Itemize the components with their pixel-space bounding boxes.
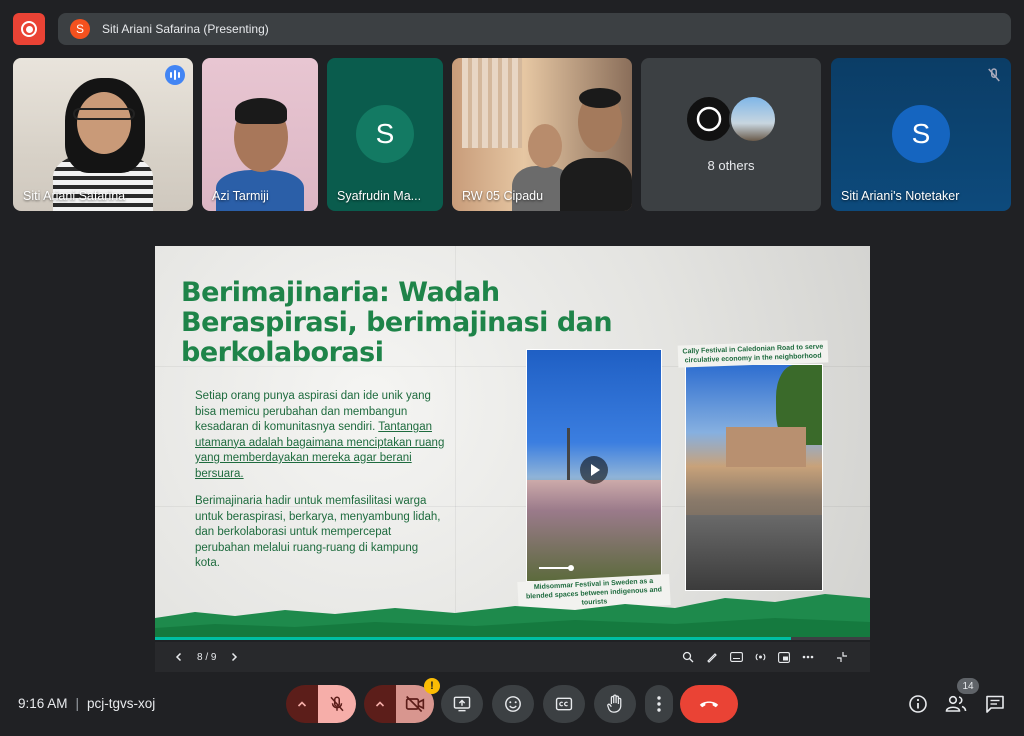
collapse-icon	[837, 652, 847, 662]
broadcast-button[interactable]	[752, 649, 768, 665]
info-icon	[909, 695, 927, 713]
participant-name: RW 05 Cipadu	[462, 189, 544, 203]
participant-tile[interactable]: Azi Tarmiji	[202, 58, 318, 211]
fullscreen-exit-button[interactable]	[834, 649, 850, 665]
picture-in-picture-icon	[778, 651, 790, 663]
camera-warning-badge: !	[424, 678, 440, 694]
participant-name: Siti Ariani's Notetaker	[841, 189, 960, 203]
participant-tile[interactable]: Siti Ariani Safarina	[13, 58, 193, 211]
participant-avatar	[685, 95, 733, 143]
chat-icon	[986, 695, 1004, 713]
captions-toggle-button[interactable]	[543, 685, 585, 723]
presentation-slide: Berimajinaria: Wadah Beraspirasi, berima…	[155, 246, 870, 640]
video-scrubber[interactable]	[539, 565, 574, 571]
camera-toggle-button[interactable]: !	[396, 678, 440, 723]
participant-name: Siti Ariani Safarina	[23, 189, 126, 203]
participant-count-badge: 14	[957, 678, 979, 694]
recording-button[interactable]	[13, 13, 45, 45]
previous-slide-button[interactable]	[173, 651, 185, 663]
more-options-button[interactable]	[645, 685, 673, 723]
others-tile[interactable]: 8 others	[641, 58, 821, 211]
people-icon	[945, 695, 967, 712]
chevron-left-icon	[175, 652, 182, 662]
hand-icon	[607, 694, 622, 713]
speaking-indicator-icon	[165, 65, 185, 85]
people-button[interactable]	[944, 692, 968, 716]
present-screen-button[interactable]	[441, 685, 483, 723]
slide-controls: 8 / 9	[155, 642, 870, 672]
leave-call-button[interactable]	[680, 685, 738, 723]
closed-captions-icon	[555, 697, 573, 711]
zoom-button[interactable]	[680, 649, 696, 665]
slide-paragraph: Berimajinaria hadir untuk memfasilitasi …	[195, 495, 441, 569]
participant-name: Azi Tarmiji	[212, 189, 269, 203]
presenting-banner[interactable]: S Siti Ariani Safarina (Presenting)	[58, 13, 1011, 45]
festival-photo	[685, 364, 823, 591]
clock: 9:16 AM	[18, 696, 68, 711]
zoom-icon	[682, 651, 694, 663]
captions-button[interactable]	[728, 649, 744, 665]
participant-tile[interactable]: RW 05 Cipadu	[452, 58, 632, 211]
logo-icon	[696, 106, 722, 132]
others-count-label: 8 others	[707, 158, 755, 173]
participant-tile[interactable]: S Syafrudin Ma...	[327, 58, 443, 211]
reactions-button[interactable]	[492, 685, 534, 723]
participant-avatar: S	[356, 105, 414, 163]
annotate-button[interactable]	[704, 649, 720, 665]
camera-control-group: !	[364, 678, 440, 723]
mic-control-group	[286, 685, 356, 723]
chevron-up-icon	[375, 701, 385, 707]
present-icon	[453, 696, 471, 712]
slide-paragraph: Setiap orang punya aspirasi dan ide unik…	[195, 390, 445, 480]
participant-avatar: S	[892, 105, 950, 163]
next-slide-button[interactable]	[228, 651, 240, 663]
audio-options-button[interactable]	[286, 685, 318, 723]
participant-name: Syafrudin Ma...	[337, 189, 422, 203]
keyboard-icon	[729, 652, 743, 662]
raise-hand-button[interactable]	[594, 685, 636, 723]
emoji-icon	[505, 696, 521, 712]
play-icon[interactable]	[580, 456, 608, 484]
presenter-avatar: S	[70, 19, 90, 39]
presenting-text: Siti Ariani Safarina (Presenting)	[102, 22, 269, 36]
meeting-code: pcj-tgvs-xoj	[87, 696, 156, 711]
grass-decoration	[155, 594, 870, 640]
slide-page-indicator: 8 / 9	[197, 651, 217, 663]
video-options-button[interactable]	[364, 685, 396, 723]
participant-avatar	[729, 95, 777, 143]
more-slide-options-button[interactable]	[800, 649, 816, 665]
meeting-details-button[interactable]	[906, 692, 930, 716]
broadcast-icon	[755, 653, 765, 661]
participant-tile[interactable]: S Siti Ariani's Notetaker	[831, 58, 1011, 211]
meeting-info: 9:16 AM | pcj-tgvs-xoj	[18, 696, 156, 711]
mic-toggle-button[interactable]	[318, 685, 356, 723]
chat-button[interactable]	[983, 692, 1007, 716]
more-horizontal-icon	[802, 655, 814, 659]
festival-video[interactable]	[526, 349, 662, 582]
camera-off-icon	[405, 695, 425, 713]
pip-button[interactable]	[776, 649, 792, 665]
hang-up-icon	[699, 701, 719, 708]
more-vertical-icon	[657, 696, 661, 712]
pen-icon	[707, 653, 717, 663]
record-icon	[21, 21, 37, 37]
chevron-right-icon	[232, 652, 238, 662]
chevron-up-icon	[297, 701, 307, 707]
mic-off-icon	[988, 68, 1000, 82]
slide-progress-bar	[155, 637, 870, 640]
mic-off-icon	[330, 696, 344, 712]
